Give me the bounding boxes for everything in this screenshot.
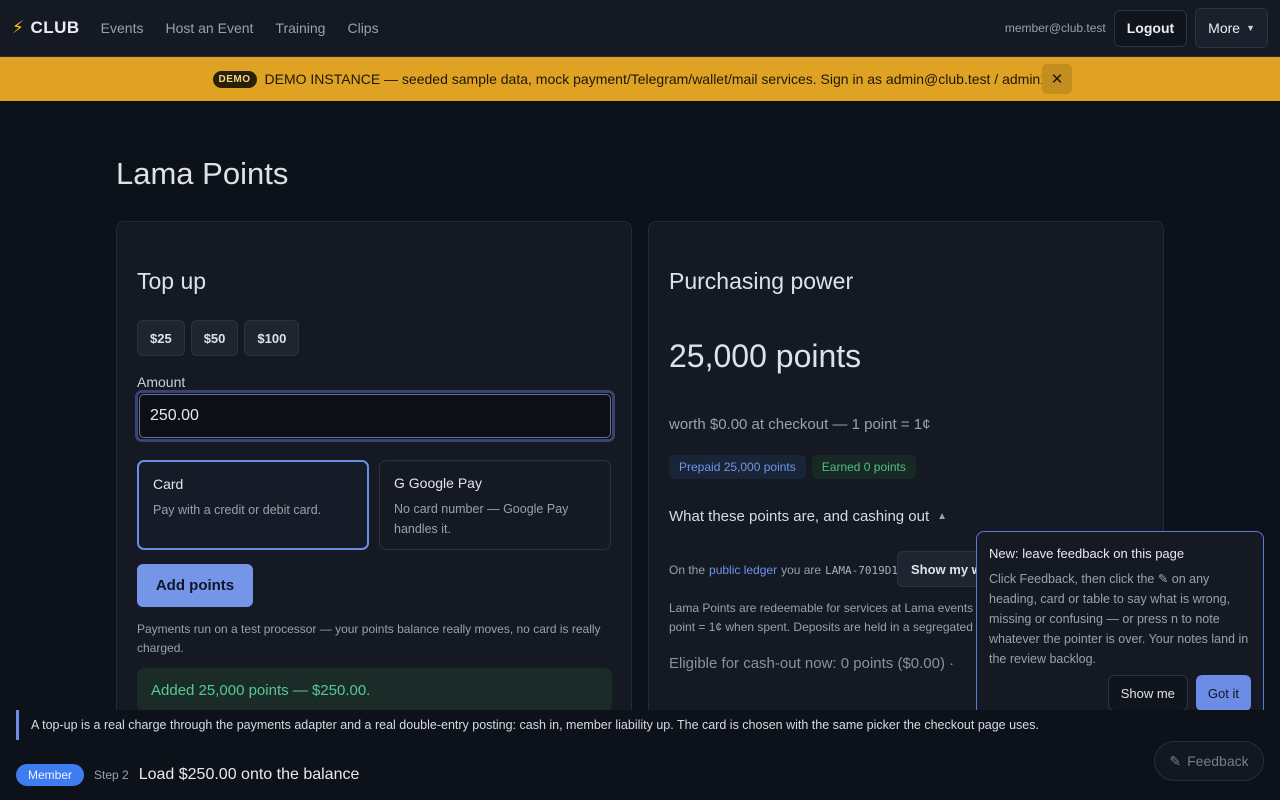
triangle-up-icon: ▲	[937, 511, 948, 522]
amount-input-focus-ring	[139, 394, 611, 438]
close-icon: ✕	[1050, 71, 1064, 88]
nav-link-clips[interactable]: Clips	[347, 20, 378, 36]
topup-heading: Top up	[137, 268, 207, 294]
preset-100-button[interactable]: $100	[244, 320, 300, 356]
points-badges: Prepaid 25,000 points Earned 0 points	[669, 455, 916, 479]
step-number: Step 2	[94, 768, 129, 782]
nav-right: member@club.test Logout More ▼	[1005, 8, 1268, 48]
top-nav: ⚡ CLUB Events Host an Event Training Cli…	[0, 0, 1280, 57]
got-it-button[interactable]: Got it	[1195, 675, 1251, 711]
ledger-prefix: On the	[669, 563, 706, 577]
topup-card: Top up $25 $50 $100 Amount 250.00 Card P…	[116, 221, 632, 721]
close-banner-button[interactable]: ✕	[1042, 64, 1072, 94]
amount-label: Amount	[137, 374, 186, 390]
user-email: member@club.test	[1004, 21, 1106, 35]
show-me-button[interactable]: Show me	[1107, 675, 1188, 711]
tour-message: A top-up is a real charge through the pa…	[16, 710, 1264, 740]
add-points-button[interactable]: Add points	[137, 564, 253, 607]
method-card-title: Card	[153, 476, 184, 492]
nav-link-events[interactable]: Events	[101, 20, 144, 36]
preset-25-button[interactable]: $25	[137, 320, 185, 356]
ledger-line: On the public ledger you are LAMA-7019D1…	[669, 563, 918, 577]
demo-badge: DEMO	[212, 70, 257, 88]
more-label: More	[1208, 20, 1241, 36]
popover-actions: Show me Got it	[1107, 675, 1251, 711]
details-summary: What these points are, and cashing out	[669, 508, 930, 525]
cash-out-eligible: Eligible for cash-out now: 0 points ($0.…	[669, 655, 955, 672]
popover-body: Click Feedback, then click the ✎ on any …	[989, 572, 1249, 666]
brand-name: CLUB	[30, 18, 80, 37]
nav-link-host-event[interactable]: Host an Event	[165, 20, 253, 36]
pencil-icon: ✎	[1169, 752, 1182, 769]
feedback-label: Feedback	[1187, 753, 1249, 769]
amount-input[interactable]: 250.00	[135, 390, 615, 442]
success-message: Added 25,000 points — $250.00.	[137, 668, 612, 712]
preset-amounts: $25 $50 $100	[137, 320, 300, 356]
popover-title: New: leave feedback on this page	[989, 546, 1185, 561]
nav-link-training[interactable]: Training	[275, 20, 325, 36]
feedback-button[interactable]: ✎ Feedback	[1154, 741, 1264, 781]
demo-banner: DEMO DEMO INSTANCE — seeded sample data,…	[0, 57, 1280, 101]
lightning-icon: ⚡	[12, 18, 25, 37]
feedback-popover: New: leave feedback on this page Click F…	[976, 531, 1264, 716]
method-gpay-title: G Google Pay	[394, 475, 482, 491]
caret-down-icon: ▼	[1246, 23, 1255, 33]
ledger-mid: you are	[781, 563, 822, 577]
payment-method-card[interactable]: Card Pay with a credit or debit card.	[137, 460, 369, 550]
preset-50-button[interactable]: $50	[190, 320, 239, 356]
test-processor-note: Payments run on a test processor — your …	[137, 622, 601, 655]
step-title: Load $250.00 onto the balance	[138, 766, 360, 783]
points-balance: 25,000 points	[669, 338, 862, 374]
brand-logo[interactable]: ⚡ CLUB	[12, 18, 80, 38]
more-menu-button[interactable]: More ▼	[1195, 8, 1268, 48]
method-gpay-desc: No card number — Google Pay handles it.	[394, 502, 569, 536]
public-ledger-link[interactable]: public ledger	[709, 563, 777, 577]
method-card-desc: Pay with a credit or debit card.	[153, 503, 322, 517]
page-title: Lama Points	[116, 156, 289, 191]
prepaid-badge: Prepaid 25,000 points	[669, 455, 806, 479]
purchasing-power-heading: Purchasing power	[669, 268, 854, 294]
role-badge: Member	[16, 764, 85, 786]
demo-banner-text: DEMO INSTANCE — seeded sample data, mock…	[264, 71, 1068, 87]
logout-button[interactable]: Logout	[1113, 9, 1188, 47]
redeem-text: Lama Points are redeemable for services …	[669, 601, 984, 634]
payment-method-google-pay[interactable]: G Google Pay No card number — Google Pay…	[379, 460, 611, 550]
cashing-out-details-toggle[interactable]: What these points are, and cashing out ▲	[669, 508, 947, 525]
points-worth: worth $0.00 at checkout — 1 point = 1¢	[669, 416, 931, 433]
tour-step: Member Step 2 Load $250.00 onto the bala…	[16, 764, 359, 786]
earned-badge: Earned 0 points	[811, 455, 916, 479]
